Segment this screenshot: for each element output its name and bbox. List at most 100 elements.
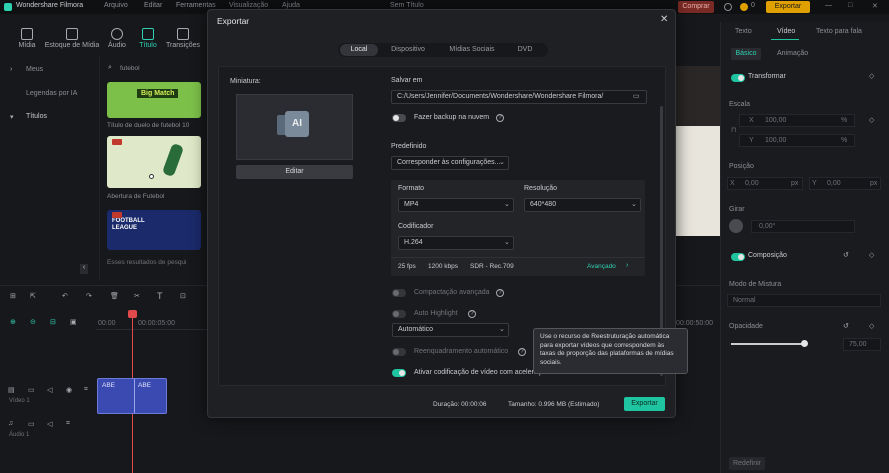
track-add-icon[interactable]: ⊕	[10, 318, 16, 326]
export-button[interactable]: Exportar	[624, 397, 665, 411]
folder-icon[interactable]: ▭	[28, 386, 35, 394]
transform-toggle[interactable]	[731, 74, 745, 82]
redo-icon[interactable]: ↷	[86, 292, 92, 300]
media-caption-duel: Título de duelo de futebol 10	[107, 122, 190, 129]
diamond-icon[interactable]: ◇	[869, 251, 874, 259]
tab-media[interactable]: Mídia	[12, 28, 42, 49]
menu-tools[interactable]: Ferramentas	[176, 2, 216, 9]
tab-social[interactable]: Mídias Sociais	[444, 44, 500, 56]
subtab-basic[interactable]: Básico	[731, 48, 761, 60]
media-thumb-league[interactable]: FOOTBALL LEAGUE	[107, 210, 201, 250]
auto-highlight-toggle[interactable]	[392, 310, 406, 318]
diamond-icon[interactable]: ◇	[869, 322, 874, 330]
advanced-link[interactable]: Avançado	[587, 263, 616, 270]
tab-transitions[interactable]: Transições	[165, 28, 201, 49]
select-icon[interactable]: ⇱	[30, 292, 36, 300]
tab-device[interactable]: Dispositivo	[386, 44, 430, 56]
cloud-backup-toggle[interactable]	[392, 114, 406, 122]
opacity-slider[interactable]	[731, 343, 807, 345]
help-icon[interactable]: ?	[468, 310, 476, 318]
opacity-slider-handle[interactable]	[801, 340, 808, 347]
tab-local[interactable]: Local	[340, 44, 378, 56]
rotate-knob[interactable]	[729, 219, 743, 233]
scale-y-axis: Y	[749, 137, 754, 144]
help-icon[interactable]: ?	[496, 289, 504, 297]
edit-thumbnail-button[interactable]: Editar	[236, 165, 353, 179]
scale-y-value: 100,00	[765, 137, 787, 144]
subtab-animation[interactable]: Animação	[777, 50, 808, 57]
blend-mode-value: Normal	[733, 297, 756, 304]
timeline-clip[interactable]: ABE ABE	[97, 378, 167, 414]
playhead-handle[interactable]	[128, 310, 137, 318]
snap-icon[interactable]: ⊟	[50, 318, 56, 326]
crop-icon[interactable]: ⊡	[180, 292, 186, 300]
menu-view[interactable]: Visualização	[229, 2, 268, 9]
speaker-icon[interactable]: ◁	[47, 386, 52, 394]
tab-titles[interactable]: Título	[133, 28, 163, 49]
tab-stock-media[interactable]: Estoque de Mídia	[44, 28, 100, 49]
reset-button[interactable]: Redefinir	[729, 457, 765, 470]
blend-mode-label: Modo de Mistura	[729, 281, 782, 288]
save-path-field[interactable]: C:/Users/Jennifer/Documents/Wondershare/…	[391, 90, 647, 104]
lock-icon[interactable]: ⊓	[731, 126, 736, 134]
preset-select[interactable]: Corresponder às configurações...	[391, 156, 509, 170]
speaker-icon[interactable]: ◁	[47, 420, 52, 428]
folder-open-icon[interactable]: ▭	[633, 92, 640, 100]
eye-icon[interactable]: ◉	[66, 386, 72, 394]
preset-label: Predefinido	[391, 143, 427, 150]
tab-video[interactable]: Vídeo	[777, 28, 795, 35]
scale-y-field[interactable]	[739, 134, 855, 147]
undo-icon[interactable]: ↶	[62, 292, 68, 300]
diamond-icon[interactable]: ◇	[869, 72, 874, 80]
coin-count: 0	[751, 2, 755, 9]
category-mine[interactable]: Meus	[26, 66, 43, 73]
maximize-icon[interactable]: □	[848, 2, 852, 9]
gpu-accel-toggle[interactable]	[392, 369, 406, 377]
auto-reframe-toggle[interactable]	[392, 348, 406, 356]
help-icon[interactable]: ?	[518, 348, 526, 356]
reset-icon[interactable]: ↺	[843, 251, 849, 259]
reset-icon[interactable]: ↺	[843, 322, 849, 330]
lock-track-icon[interactable]: ⌗	[84, 386, 88, 394]
resolution-select[interactable]: 640*480	[524, 198, 641, 212]
export-top-button[interactable]: Exportar	[766, 1, 810, 13]
encoder-select[interactable]: H.264	[398, 236, 514, 250]
tab-dvd[interactable]: DVD	[512, 44, 538, 56]
composition-label: Composição	[748, 252, 787, 259]
layout-icon[interactable]: ⊞	[10, 292, 16, 300]
lock-track-icon[interactable]: ⌗	[66, 420, 70, 428]
advanced-compression-toggle[interactable]	[392, 289, 406, 297]
auto-highlight-select[interactable]: Automático	[392, 323, 509, 337]
text-tool-icon[interactable]: T	[157, 291, 163, 301]
folder-icon[interactable]: ▭	[28, 420, 35, 428]
tab-audio[interactable]: Áudio	[102, 28, 132, 49]
account-icon[interactable]	[724, 3, 732, 11]
tab-tts[interactable]: Texto para fala	[816, 28, 862, 35]
app-name: Wondershare Filmora	[16, 2, 84, 9]
marker-icon[interactable]: ▣	[70, 318, 77, 326]
minimize-icon[interactable]: —	[825, 2, 832, 9]
menu-edit[interactable]: Editar	[144, 2, 162, 9]
auto-reframe-label: Reenquadramento automático	[414, 348, 509, 355]
menu-file[interactable]: Arquivo	[104, 2, 128, 9]
cloud-backup-label: Fazer backup na nuvem	[414, 114, 490, 121]
category-titles[interactable]: Títulos	[26, 113, 47, 120]
collapse-panel-icon[interactable]: ‹	[80, 264, 88, 274]
cut-icon[interactable]: ✂	[134, 292, 140, 300]
delete-icon[interactable]: 🗑	[110, 292, 119, 300]
format-select[interactable]: MP4	[398, 198, 514, 212]
buy-button[interactable]: Comprar	[678, 1, 714, 13]
composition-toggle[interactable]	[731, 253, 745, 261]
search-input[interactable]: futebol	[120, 65, 140, 72]
tab-text[interactable]: Texto	[735, 28, 752, 35]
menu-help[interactable]: Ajuda	[282, 2, 300, 9]
diamond-icon[interactable]: ◇	[869, 116, 874, 124]
scale-x-field[interactable]	[739, 114, 855, 127]
media-thumb-opening[interactable]	[107, 136, 201, 188]
category-ai-captions[interactable]: Legendas por IA	[26, 90, 77, 97]
media-thumb-duel[interactable]: Big Match	[107, 82, 201, 118]
close-icon[interactable]: ✕	[660, 14, 668, 25]
help-icon[interactable]: ?	[496, 114, 504, 122]
close-window-icon[interactable]: ✕	[872, 2, 878, 10]
link-icon[interactable]: ⊝	[30, 318, 36, 326]
